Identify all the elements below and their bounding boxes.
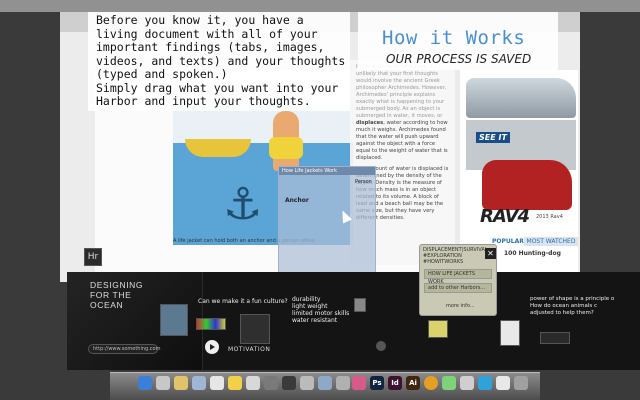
person-label: Person	[355, 179, 372, 185]
record-icon[interactable]	[376, 341, 386, 351]
life-vest-shape	[269, 137, 303, 159]
app-icon[interactable]	[210, 376, 224, 390]
note-line: adjusted to help them?	[530, 310, 594, 316]
article-paragraph-2-text: , water according to how much it weighs.…	[356, 120, 448, 161]
trait-item: water resistant	[292, 317, 338, 324]
notes-icon[interactable]	[228, 376, 242, 390]
harbor-image-thumbnail[interactable]	[540, 332, 570, 344]
trash-icon[interactable]	[514, 376, 528, 390]
app-icon[interactable]	[192, 376, 206, 390]
tag-line: #HOWITWORKS	[423, 259, 464, 265]
article-paragraph-2: displaces, water according to how much i…	[356, 120, 449, 162]
anchor-label: Anchor	[285, 197, 309, 204]
harbor-title-line: DESIGNING	[90, 280, 144, 290]
instruction-line: Simply drag what you want into your	[96, 80, 339, 95]
app-icon[interactable]	[496, 376, 510, 390]
page-subtitle: OUR PROCESS IS SAVED	[386, 52, 532, 66]
instruction-line: (typed and spoken.)	[96, 67, 228, 81]
play-icon[interactable]	[205, 340, 219, 354]
note-link-button[interactable]: HOW LIFE JACKETS WORK	[424, 269, 492, 285]
rav4-subtext: 2013 Rav4	[536, 214, 563, 220]
app-icon[interactable]	[174, 376, 188, 390]
app-icon[interactable]	[156, 376, 170, 390]
harbor-project-title: DESIGNING FOR THE OCEAN	[90, 280, 143, 310]
instruction-line: Before you know it, you have a	[96, 13, 304, 27]
tab-most-watched[interactable]: MOST WATCHED	[524, 237, 578, 246]
displaces-term: displaces	[356, 120, 384, 126]
more-info-link[interactable]: more info...	[446, 303, 475, 309]
photoshop-icon[interactable]: Ps	[370, 376, 384, 390]
harbor-image-thumbnail[interactable]	[240, 314, 270, 344]
system-menu-bar	[0, 0, 640, 12]
rav4-logo[interactable]: RAV4	[480, 206, 530, 227]
app-icon[interactable]	[318, 376, 332, 390]
article-paragraph-1: If you were to fill off a boat, it's unl…	[356, 64, 447, 119]
page-title: How it Works	[382, 27, 526, 49]
popup-title: How Life Jackets Work	[279, 167, 375, 175]
harbor-traits-list[interactable]: durability light weight limited motor sk…	[292, 296, 349, 324]
instruction-line: Harbor and input your thoughts.	[96, 94, 311, 108]
close-icon[interactable]: ✕	[485, 248, 496, 259]
instruction-text-block: Before you know it, you have a living do…	[88, 12, 350, 111]
trait-item: light weight	[292, 303, 328, 310]
harbor-title-line: FOR THE	[90, 290, 132, 300]
app-icon[interactable]	[282, 376, 296, 390]
harbor-app-icon[interactable]: Hr	[84, 248, 102, 266]
chrome-icon[interactable]	[424, 376, 438, 390]
app-icon[interactable]	[442, 376, 456, 390]
harbor-note-question[interactable]: Can we make it a fun culture?	[198, 298, 288, 305]
harbor-image-thumbnail[interactable]	[196, 318, 226, 330]
app-icon[interactable]	[460, 376, 474, 390]
ad-red-suv-image[interactable]	[482, 160, 572, 210]
app-icon[interactable]	[246, 376, 260, 390]
harbor-url-input[interactable]: http://www.something.com	[88, 344, 160, 354]
app-icon[interactable]	[352, 376, 366, 390]
seeit-logo[interactable]: SEE IT	[476, 132, 510, 143]
harbor-image-thumbnail[interactable]	[354, 298, 366, 312]
illustrator-icon[interactable]: Ai	[406, 376, 420, 390]
note-line: power of shape is a principle o	[530, 296, 615, 302]
finder-icon[interactable]	[138, 376, 152, 390]
harbor-title-line: OCEAN	[90, 300, 124, 310]
harbor-image-thumbnail[interactable]	[428, 320, 448, 338]
instruction-line: important findings (tabs, images,	[96, 40, 325, 54]
app-icon[interactable]	[264, 376, 278, 390]
ad-suv-image[interactable]	[466, 78, 576, 118]
boat-shape	[185, 139, 251, 157]
indesign-icon[interactable]: Id	[388, 376, 402, 390]
instruction-line: living document with all of your	[96, 26, 318, 41]
instruction-line: videos, and texts) and your thoughts	[96, 53, 346, 68]
trait-item: durability	[292, 296, 321, 303]
harbor-image-thumbnail[interactable]	[500, 320, 520, 346]
video-title[interactable]: 100 Hunting-dog	[504, 250, 561, 257]
add-to-harbors-button[interactable]: add to other Harbors...	[424, 283, 492, 293]
trait-item: limited motor skills	[292, 310, 350, 317]
note-line: How do ocean animals c	[530, 303, 598, 309]
harbor-image-thumbnail[interactable]	[160, 304, 188, 336]
app-icon[interactable]	[300, 376, 314, 390]
harbor-note-right[interactable]: power of shape is a principle o How do o…	[530, 296, 614, 317]
app-icon[interactable]	[478, 376, 492, 390]
anchor-icon: ⚓	[223, 179, 263, 230]
harbor-label-motivation[interactable]: MOTIVATION	[228, 346, 270, 353]
app-icon[interactable]	[336, 376, 350, 390]
